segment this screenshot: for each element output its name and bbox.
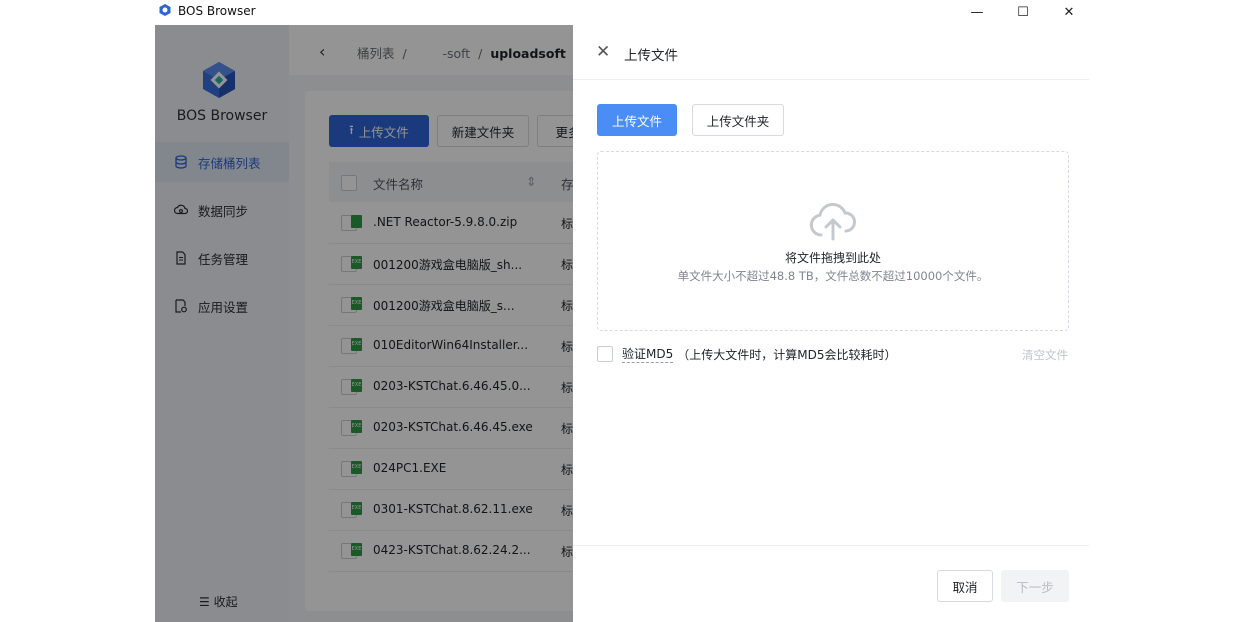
md5-label[interactable]: 验证MD5	[622, 345, 674, 363]
app-window: BOS Browser — ☐ ✕ BOS Browser 存储桶列表 数据同步…	[155, 0, 1089, 622]
drawer-footer-divider	[573, 545, 1089, 546]
cloud-upload-icon	[809, 202, 856, 241]
drop-zone[interactable]: 将文件拖拽到此处 单文件大小不超过48.8 TB，文件总数不超过10000个文件…	[597, 151, 1069, 331]
cancel-button[interactable]: 取消	[937, 570, 993, 602]
app-logo-icon	[159, 4, 171, 16]
close-window-button[interactable]: ✕	[1046, 0, 1089, 25]
minimize-button[interactable]: —	[954, 0, 1000, 25]
maximize-button[interactable]: ☐	[1000, 0, 1046, 25]
md5-option: 验证MD5 （上传大文件时，计算MD5会比较耗时）	[597, 345, 897, 363]
drawer-header: ✕ 上传文件	[573, 25, 1089, 80]
md5-note: （上传大文件时，计算MD5会比较耗时）	[677, 347, 897, 362]
next-step-button[interactable]: 下一步	[1001, 570, 1069, 602]
clear-files-link[interactable]: 清空文件	[1022, 347, 1068, 363]
upload-file-tab[interactable]: 上传文件	[597, 104, 677, 136]
drop-zone-title: 将文件拖拽到此处	[784, 251, 881, 265]
drop-zone-hint: 单文件大小不超过48.8 TB，文件总数不超过10000个文件。	[677, 269, 989, 283]
upload-drawer: ✕ 上传文件 上传文件 上传文件夹 将文件拖拽到此处 单文件大小不超过48.8 …	[573, 25, 1089, 622]
modal-overlay[interactable]	[155, 25, 573, 622]
upload-folder-tab[interactable]: 上传文件夹	[692, 104, 784, 136]
drawer-title: 上传文件	[624, 48, 678, 64]
md5-checkbox[interactable]	[597, 346, 613, 362]
window-title: BOS Browser	[178, 4, 256, 18]
close-icon[interactable]: ✕	[596, 42, 610, 62]
title-bar: BOS Browser — ☐ ✕	[155, 0, 1089, 25]
